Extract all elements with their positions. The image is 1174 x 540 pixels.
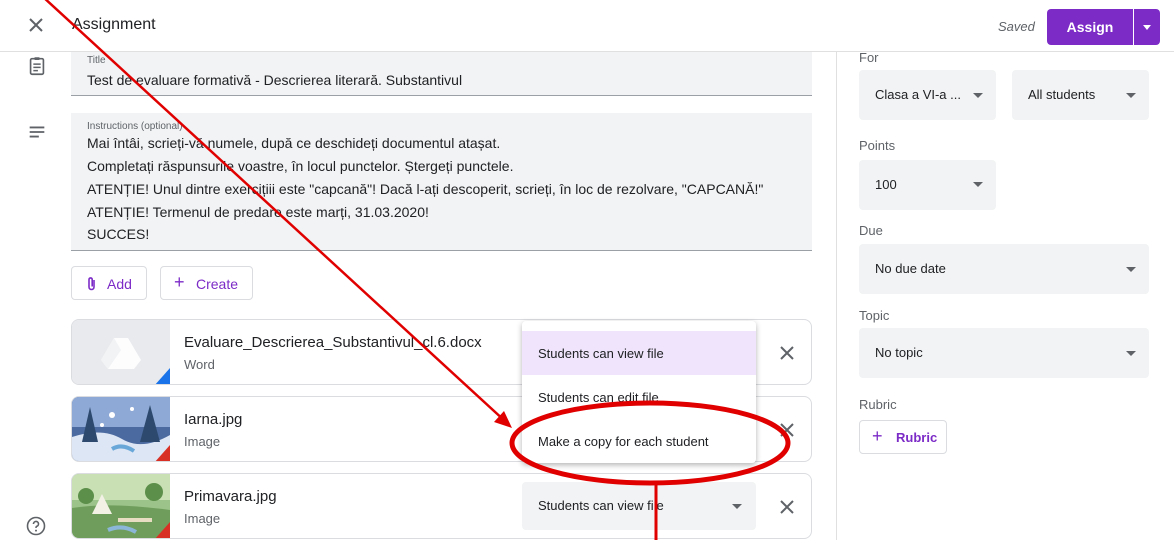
add-label: Add bbox=[107, 276, 132, 292]
instructions-line: ATENȚIE! Termenul de predare este marți,… bbox=[87, 204, 429, 220]
google-drive-icon bbox=[72, 320, 170, 384]
assignment-icon bbox=[29, 57, 45, 76]
plus-icon: + bbox=[872, 426, 883, 446]
create-label: Create bbox=[196, 276, 239, 292]
attachment-name[interactable]: Evaluare_Descrierea_Substantivul_cl.6.do… bbox=[184, 334, 482, 351]
attachment-name[interactable]: Primavara.jpg bbox=[184, 488, 277, 505]
topic-value: No topic bbox=[875, 345, 923, 360]
add-button[interactable]: Add bbox=[71, 266, 147, 300]
instructions-line: Mai întâi, scrieți-vă numele, după ce de… bbox=[87, 135, 501, 151]
rubric-label: Rubric bbox=[859, 397, 897, 412]
attachment-name[interactable]: Iarna.jpg bbox=[184, 411, 242, 428]
menu-item-edit-file[interactable]: Students can edit file bbox=[522, 375, 756, 419]
assign-button[interactable]: Assign bbox=[1047, 9, 1133, 45]
students-value: All students bbox=[1028, 87, 1096, 102]
points-label: Points bbox=[859, 138, 896, 153]
notes-icon bbox=[29, 126, 45, 138]
title-field[interactable]: Title Test de evaluare formativă - Descr… bbox=[71, 52, 812, 96]
menu-item-view-file[interactable]: Students can view file bbox=[522, 331, 756, 375]
instructions-label: Instructions (optional) bbox=[87, 121, 183, 132]
instructions-line: SUCCES! bbox=[87, 226, 150, 242]
settings-panel: For Clasa a VI-a ... All students Points… bbox=[836, 50, 1174, 540]
rubric-button-label: Rubric bbox=[896, 430, 938, 445]
title-value: Test de evaluare formativă - Descrierea … bbox=[87, 72, 463, 88]
header-bar: Assignment Saved Assign bbox=[0, 0, 1174, 52]
chevron-down-icon bbox=[973, 93, 983, 98]
plus-icon: + bbox=[174, 272, 185, 292]
class-value: Clasa a VI-a ... bbox=[875, 87, 961, 102]
due-value: No due date bbox=[875, 261, 946, 276]
create-button[interactable]: + Create bbox=[160, 266, 253, 300]
instructions-line: ATENȚIE! Unul dintre exercițiii este "ca… bbox=[87, 181, 764, 197]
due-label: Due bbox=[859, 223, 883, 238]
add-rubric-button[interactable]: + Rubric bbox=[859, 420, 947, 454]
winter-painting-thumbnail bbox=[72, 397, 170, 461]
attachment-type: Image bbox=[184, 434, 221, 449]
remove-attachment-icon[interactable] bbox=[778, 498, 796, 516]
remove-attachment-icon[interactable] bbox=[778, 421, 796, 439]
spring-painting-thumbnail bbox=[72, 474, 170, 538]
chevron-down-icon bbox=[1126, 351, 1136, 356]
title-label: Title bbox=[87, 55, 106, 66]
for-label: For bbox=[859, 50, 879, 65]
attachment-type: Image bbox=[184, 511, 221, 526]
menu-item-make-copy[interactable]: Make a copy for each student bbox=[522, 419, 756, 463]
instructions-line: Completați răspunsurile voastre, în locu… bbox=[87, 158, 514, 174]
students-select[interactable]: All students bbox=[1012, 70, 1149, 120]
file-permission-value: Students can view file bbox=[538, 498, 664, 513]
chevron-down-icon bbox=[732, 504, 742, 509]
paperclip-icon bbox=[88, 277, 95, 291]
chevron-down-icon bbox=[973, 182, 983, 187]
close-icon[interactable] bbox=[24, 13, 48, 37]
file-permission-menu: Students can view file Students can edit… bbox=[522, 321, 756, 463]
topic-label: Topic bbox=[859, 308, 890, 323]
attachment-card[interactable]: Primavara.jpg Image Students can view fi… bbox=[71, 473, 812, 539]
due-select[interactable]: No due date bbox=[859, 244, 1149, 294]
class-select[interactable]: Clasa a VI-a ... bbox=[859, 70, 996, 120]
help-icon[interactable] bbox=[26, 516, 46, 536]
remove-attachment-icon[interactable] bbox=[778, 344, 796, 362]
assign-dropdown-button[interactable] bbox=[1134, 9, 1160, 45]
assignment-editor: Assignment Saved Assign Title Test de ev… bbox=[0, 0, 1174, 540]
page-title: Assignment bbox=[72, 16, 156, 33]
instructions-field[interactable]: Instructions (optional) Mai întâi, scrie… bbox=[71, 113, 812, 251]
chevron-down-icon bbox=[1126, 93, 1136, 98]
points-value: 100 bbox=[875, 177, 897, 192]
chevron-down-icon bbox=[1126, 267, 1136, 272]
saved-status: Saved bbox=[998, 19, 1035, 34]
topic-select[interactable]: No topic bbox=[859, 328, 1149, 378]
file-permission-select[interactable]: Students can view file bbox=[522, 482, 756, 530]
attachment-type: Word bbox=[184, 357, 215, 372]
points-select[interactable]: 100 bbox=[859, 160, 996, 210]
